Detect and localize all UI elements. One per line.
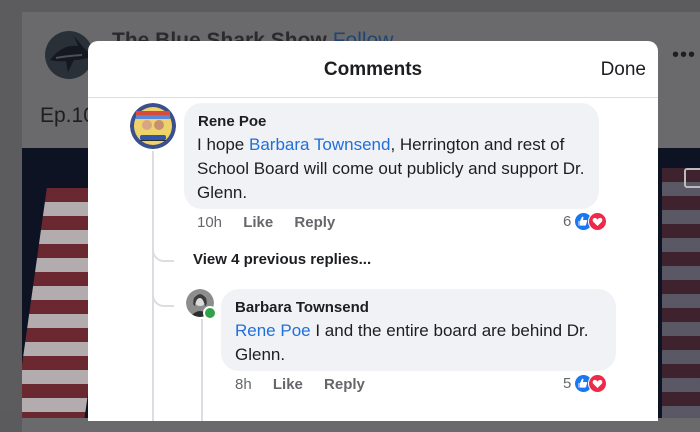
heart-icon	[588, 374, 608, 393]
reply-meta: 8h Like Reply	[235, 376, 382, 393]
like-button[interactable]: Like	[273, 376, 303, 393]
more-options-icon: •••	[672, 44, 697, 66]
reply-button[interactable]: Reply	[294, 214, 335, 231]
comment-meta: 10h Like Reply	[197, 214, 352, 231]
rene-poe-avatar[interactable]	[130, 103, 176, 149]
comment-text: I hope Barbara Townsend, Herrington and …	[197, 133, 592, 205]
profile-avatar-icon	[130, 103, 176, 149]
mention-link[interactable]: Rene Poe	[235, 321, 311, 340]
thread-connector	[152, 281, 174, 307]
flag-image	[662, 168, 700, 418]
episode-label: Ep.10	[40, 104, 95, 127]
modal-title: Comments	[323, 59, 423, 80]
thread-line	[201, 319, 203, 421]
reaction-count: 5	[563, 375, 572, 392]
reaction-summary[interactable]: 6	[563, 212, 608, 231]
thread-connector	[152, 236, 174, 262]
comment-text-prefix: I hope	[197, 135, 249, 154]
heart-icon	[588, 212, 608, 231]
like-button[interactable]: Like	[243, 214, 273, 231]
online-status-icon	[203, 306, 217, 320]
comment-time[interactable]: 10h	[197, 214, 222, 231]
comment-author[interactable]: Rene Poe	[198, 113, 266, 130]
reply-button[interactable]: Reply	[324, 376, 365, 393]
done-button[interactable]: Done	[601, 59, 646, 81]
modal-header: Comments Done	[88, 41, 658, 98]
reaction-summary[interactable]: 5	[563, 374, 608, 393]
reply-author[interactable]: Barbara Townsend	[235, 299, 369, 316]
mention-link[interactable]: Barbara Townsend	[249, 135, 390, 154]
reply-text: Rene Poe I and the entire board are behi…	[235, 319, 610, 367]
reaction-count: 6	[563, 213, 572, 230]
view-previous-replies-link[interactable]: View 4 previous replies...	[193, 251, 371, 268]
shark-logo-icon	[44, 30, 94, 80]
comments-modal: Comments Done Rene Poe I hope Barbara To…	[88, 41, 658, 421]
reply-time[interactable]: 8h	[235, 376, 252, 393]
fullscreen-icon	[684, 168, 700, 188]
